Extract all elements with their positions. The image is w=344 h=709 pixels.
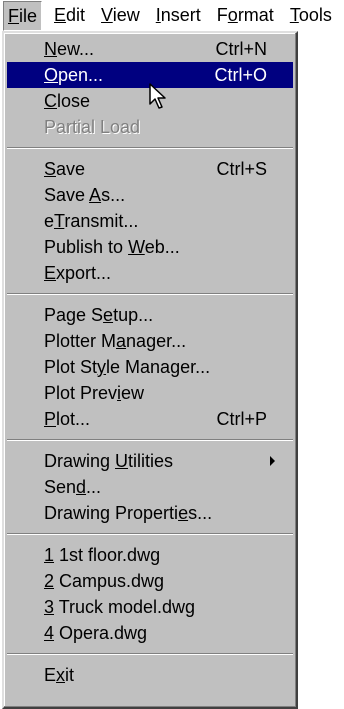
- menu-item-plot[interactable]: Plot... Ctrl+P: [7, 406, 293, 432]
- menu-item-label: Save: [44, 159, 86, 179]
- menu-item-drawing-properties[interactable]: Drawing Properties...: [7, 500, 293, 526]
- submenu-arrow-icon: [270, 456, 275, 466]
- menu-item-export[interactable]: Export...: [7, 260, 293, 286]
- menu-item-partial-load: Partial Load: [7, 114, 293, 140]
- menu-item-plotter-manager[interactable]: Plotter Manager...: [7, 328, 293, 354]
- menu-item-recent-2[interactable]: 2 Campus.dwg: [7, 568, 293, 594]
- menu-item-label: Plot Preview: [44, 383, 145, 403]
- menu-item-label: eTransmit...: [44, 211, 139, 231]
- menu-item-label: Page Setup...: [44, 305, 154, 325]
- menu-item-label: Close: [44, 91, 91, 111]
- menu-item-label: Partial Load: [44, 117, 141, 137]
- menu-separator: [7, 147, 293, 149]
- menu-file[interactable]: File: [3, 1, 43, 31]
- menu-item-recent-1[interactable]: 1 1st floor.dwg: [7, 542, 293, 568]
- menu-item-label: Plotter Manager...: [44, 331, 187, 351]
- menu-item-label: Plot Style Manager...: [44, 357, 211, 377]
- menu-separator: [7, 293, 293, 295]
- menu-item-etransmit[interactable]: eTransmit...: [7, 208, 293, 234]
- menu-item-shortcut: Ctrl+O: [214, 65, 267, 85]
- menu-item-plot-style-manager[interactable]: Plot Style Manager...: [7, 354, 293, 380]
- menu-format[interactable]: Format: [213, 1, 278, 31]
- menu-tools[interactable]: Tools: [286, 1, 336, 31]
- menu-item-new[interactable]: New... Ctrl+N: [7, 36, 293, 62]
- menu-item-label: New...: [44, 39, 95, 59]
- menu-item-label: Save As...: [44, 185, 126, 205]
- menu-view[interactable]: View: [97, 1, 144, 31]
- menu-insert[interactable]: Insert: [152, 1, 205, 31]
- menu-item-label: Plot...: [44, 409, 91, 429]
- menu-item-label: Export...: [44, 263, 112, 283]
- menu-item-label: Open...: [44, 65, 104, 85]
- menu-item-page-setup[interactable]: Page Setup...: [7, 302, 293, 328]
- menu-item-label: Drawing Utilities: [44, 451, 174, 471]
- menu-item-exit[interactable]: Exit: [7, 662, 293, 688]
- menu-item-send[interactable]: Send...: [7, 474, 293, 500]
- menu-bar: File Edit View Insert Format Tools: [0, 0, 344, 32]
- menu-item-plot-preview[interactable]: Plot Preview: [7, 380, 293, 406]
- menu-separator: [7, 533, 293, 535]
- menu-item-label: 3 Truck model.dwg: [44, 597, 196, 617]
- menu-edit[interactable]: Edit: [50, 1, 89, 31]
- menu-item-recent-3[interactable]: 3 Truck model.dwg: [7, 594, 293, 620]
- menu-item-recent-4[interactable]: 4 Opera.dwg: [7, 620, 293, 646]
- menu-item-publish-to-web[interactable]: Publish to Web...: [7, 234, 293, 260]
- menu-item-shortcut: Ctrl+S: [216, 159, 267, 179]
- menu-separator: [7, 653, 293, 655]
- menu-item-label: Exit: [44, 665, 75, 685]
- menu-item-label: Drawing Properties...: [44, 503, 213, 523]
- menu-item-shortcut: Ctrl+P: [216, 409, 267, 429]
- menu-item-save[interactable]: Save Ctrl+S: [7, 156, 293, 182]
- menu-item-label: 1 1st floor.dwg: [44, 545, 161, 565]
- mouse-pointer-icon: [149, 83, 166, 109]
- menu-item-label: Send...: [44, 477, 102, 497]
- menu-item-label: Publish to Web...: [44, 237, 180, 257]
- menu-item-shortcut: Ctrl+N: [215, 39, 267, 59]
- menu-separator: [7, 439, 293, 441]
- file-menu-dropdown: New... Ctrl+N Open... Ctrl+O Close Partial Lo…: [2, 31, 298, 709]
- menu-item-label: 2 Campus.dwg: [44, 571, 165, 591]
- menu-item-save-as[interactable]: Save As...: [7, 182, 293, 208]
- menu-item-drawing-utilities[interactable]: Drawing Utilities: [7, 448, 293, 474]
- menu-item-label: 4 Opera.dwg: [44, 623, 148, 643]
